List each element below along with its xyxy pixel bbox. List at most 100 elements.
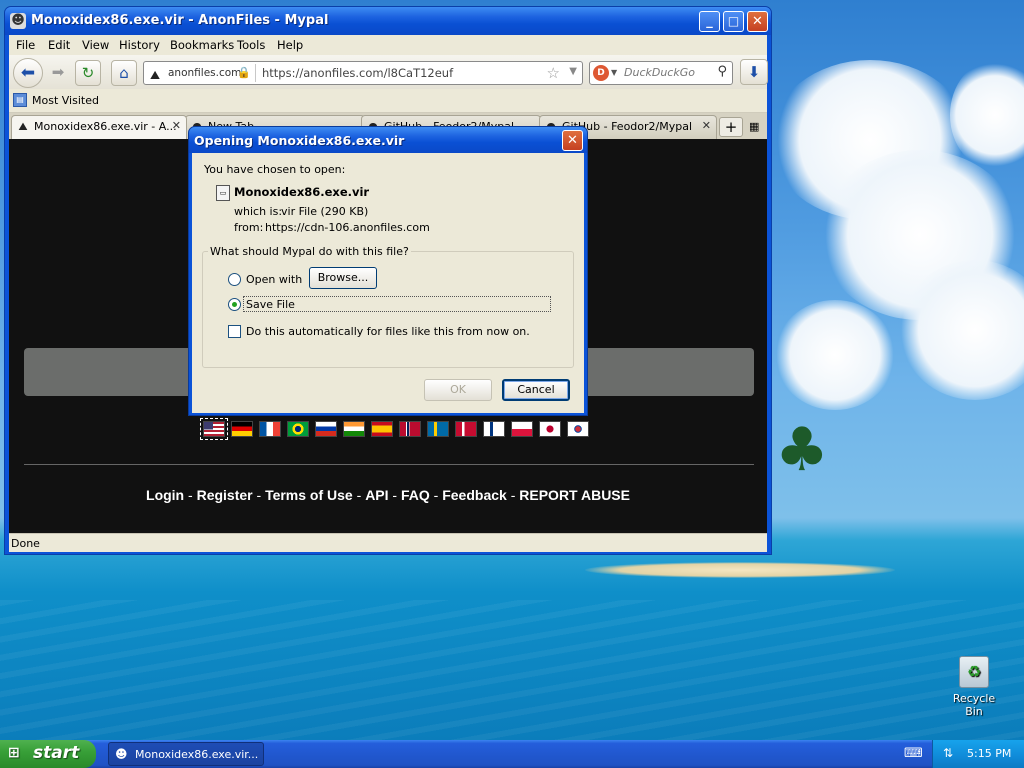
taskbar: ⊞ start ☻ Monoxidex86.exe.vir... ⌨ ⇅ 5:1… (0, 740, 1024, 768)
menu-history[interactable]: History (119, 38, 160, 52)
recycle-bin[interactable]: ♻ Recycle Bin (946, 656, 1002, 718)
dialog-title-bar[interactable]: Opening Monoxidex86.exe.vir ✕ (189, 127, 587, 153)
dialog-body: You have chosen to open: ▭ Monoxidex86.e… (192, 153, 584, 413)
footer-terms-link[interactable]: Terms of Use (265, 487, 353, 503)
footer-links: Login - Register - Terms of Use - API - … (9, 487, 767, 503)
navigation-toolbar: ⬅ ➡ ↻ ⌂ ⛰ anonfiles.com 🔒 https://anonfi… (9, 55, 768, 89)
flag-pl-icon[interactable] (511, 421, 533, 437)
windows-logo-icon: ⊞ (8, 745, 20, 761)
cloud (775, 300, 895, 410)
menu-tools[interactable]: Tools (237, 38, 265, 52)
flag-jp-icon[interactable] (539, 421, 561, 437)
maximize-button[interactable]: □ (723, 11, 744, 32)
start-button[interactable]: ⊞ start (0, 740, 96, 768)
home-button[interactable]: ⌂ (111, 60, 137, 86)
bookmark-most-visited[interactable]: Most Visited (32, 94, 99, 107)
menu-view[interactable]: View (82, 38, 109, 52)
clock[interactable]: 5:15 PM (967, 747, 1011, 760)
flag-dk-icon[interactable] (455, 421, 477, 437)
auto-label[interactable]: Do this automatically for files like thi… (246, 325, 530, 338)
flag-ru-icon[interactable] (315, 421, 337, 437)
anonfiles-favicon-icon: ⛰ (150, 68, 161, 82)
system-tray: ⇅ 5:15 PM (932, 740, 1024, 768)
browse-button[interactable]: Browse... (309, 267, 377, 289)
flag-se-icon[interactable] (427, 421, 449, 437)
flag-es-icon[interactable] (371, 421, 393, 437)
site-identity[interactable]: ⛰ anonfiles.com 🔒 (146, 64, 256, 82)
status-text: Done (11, 537, 40, 550)
footer-login-link[interactable]: Login (146, 487, 184, 503)
tab-anonfiles[interactable]: ⛰ Monoxidex86.exe.vir - A... ✕ (11, 115, 187, 139)
forward-button[interactable]: ➡ (45, 60, 71, 86)
search-engine-dropdown-icon[interactable]: ▼ (611, 68, 617, 77)
footer-register-link[interactable]: Register (197, 487, 253, 503)
search-icon[interactable]: ⚲ (717, 64, 727, 79)
flag-de-icon[interactable] (231, 421, 253, 437)
url-dropdown-icon[interactable]: ▼ (569, 66, 577, 77)
flag-fr-icon[interactable] (259, 421, 281, 437)
url-text: https://anonfiles.com/l8CaT12euf (262, 66, 454, 80)
title-bar[interactable]: ☻ Monoxidex86.exe.vir - AnonFiles - Mypa… (5, 7, 771, 35)
separator: - (429, 487, 443, 503)
flag-kr-icon[interactable] (567, 421, 589, 437)
taskbar-item-label: Monoxidex86.exe.vir... (135, 748, 259, 761)
bookmark-star-icon[interactable]: ☆ (547, 64, 560, 82)
open-with-label[interactable]: Open with (246, 273, 302, 286)
dialog-close-button[interactable]: ✕ (562, 130, 583, 151)
flag-us-icon[interactable] (200, 418, 228, 440)
menu-bar: File Edit View History Bookmarks Tools H… (9, 35, 767, 55)
from-label: from: (234, 221, 264, 234)
file-source: https://cdn-106.anonfiles.com (265, 221, 430, 234)
menu-file[interactable]: File (16, 38, 35, 52)
cancel-button[interactable]: Cancel (502, 379, 570, 401)
back-button[interactable]: ⬅ (13, 58, 43, 88)
separator: - (184, 487, 197, 503)
island (585, 562, 895, 578)
file-name: Monoxidex86.exe.vir (234, 185, 370, 199)
menu-edit[interactable]: Edit (48, 38, 70, 52)
address-bar[interactable]: ⛰ anonfiles.com 🔒 https://anonfiles.com/… (143, 61, 583, 85)
bookmarks-toolbar: ▤ Most Visited (9, 89, 767, 113)
menu-help[interactable]: Help (277, 38, 303, 52)
flag-in-icon[interactable] (343, 421, 365, 437)
dialog-title: Opening Monoxidex86.exe.vir (194, 133, 405, 148)
tab-close-icon[interactable]: ✕ (172, 119, 181, 132)
sea (0, 600, 1024, 740)
separator: - (388, 487, 401, 503)
search-bar[interactable]: D ▼ DuckDuckGo ⚲ (589, 61, 733, 85)
start-label: start (33, 743, 80, 763)
network-icon[interactable]: ⇅ (943, 746, 953, 760)
close-button[interactable]: ✕ (747, 11, 768, 32)
ok-button[interactable]: OK (424, 379, 492, 401)
tab-label: Monoxidex86.exe.vir - A... (34, 120, 177, 133)
tab-list-icon[interactable]: ▦ (749, 120, 759, 133)
taskbar-item-mypal[interactable]: ☻ Monoxidex86.exe.vir... (108, 742, 264, 766)
back-arrow-icon: ⬅ (20, 63, 36, 83)
open-with-radio[interactable] (228, 273, 241, 286)
duckduckgo-icon[interactable]: D (593, 65, 609, 81)
flag-no-icon[interactable] (399, 421, 421, 437)
footer-report-abuse-link[interactable]: REPORT ABUSE (519, 487, 630, 503)
save-file-label[interactable]: Save File (246, 298, 295, 311)
footer-feedback-link[interactable]: Feedback (442, 487, 507, 503)
which-is-label: which is: (234, 205, 283, 218)
downloads-button[interactable]: ⬇ (740, 59, 768, 85)
separator: - (252, 487, 266, 503)
tab-close-icon[interactable]: ✕ (702, 119, 711, 132)
anonfiles-favicon-icon: ⛰ (18, 120, 28, 133)
reload-button[interactable]: ↻ (75, 60, 101, 86)
footer-api-link[interactable]: API (365, 487, 388, 503)
home-icon: ⌂ (119, 64, 129, 82)
new-tab-button[interactable]: + (719, 117, 743, 137)
footer-faq-link[interactable]: FAQ (401, 487, 430, 503)
flag-fi-icon[interactable] (483, 421, 505, 437)
menu-bookmarks[interactable]: Bookmarks (170, 38, 234, 52)
keyboard-icon[interactable]: ⌨ (904, 746, 923, 761)
status-bar: Done (9, 533, 767, 552)
divider (24, 464, 754, 465)
auto-checkbox[interactable] (228, 325, 241, 338)
search-input[interactable]: DuckDuckGo (624, 66, 695, 79)
minimize-button[interactable]: _ (699, 11, 720, 32)
save-file-radio[interactable] (228, 298, 241, 311)
flag-br-icon[interactable] (287, 421, 309, 437)
